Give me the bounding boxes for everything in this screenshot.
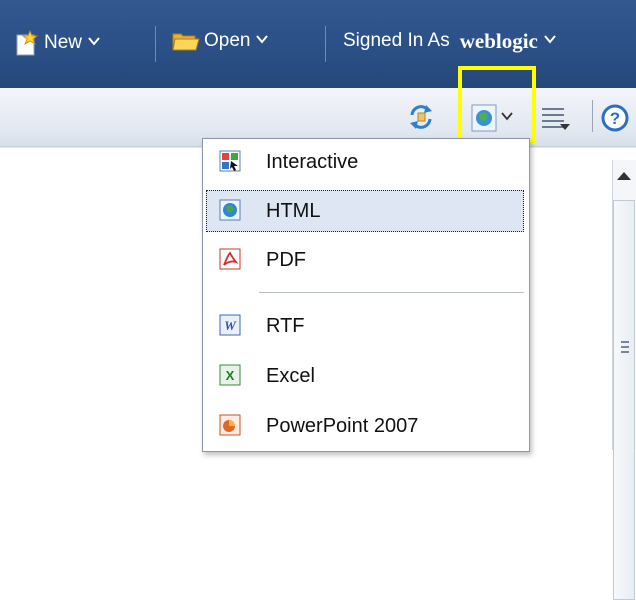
new-document-icon (14, 29, 40, 56)
menu-item-label: RTF (266, 315, 305, 337)
chevron-down-icon (88, 35, 100, 47)
powerpoint-icon (219, 414, 241, 436)
user-menu-button[interactable]: Signed In As weblogic (343, 30, 556, 52)
grip-icon (621, 341, 629, 355)
svg-text:X: X (226, 368, 235, 383)
menu-item-rtf[interactable]: W RTF (206, 305, 524, 347)
scroll-up-arrow-icon[interactable] (617, 172, 631, 180)
html-icon (219, 199, 241, 221)
folder-icon (172, 30, 200, 52)
open-menu-button[interactable]: Open (172, 30, 269, 52)
chevron-down-icon (256, 33, 269, 45)
refresh-icon[interactable] (406, 102, 436, 137)
scrollbar-thumb[interactable] (613, 200, 635, 600)
svg-text:?: ? (610, 109, 620, 128)
excel-icon: X (219, 364, 241, 386)
signed-in-label: Signed In As (343, 30, 450, 51)
menu-item-pdf[interactable]: PDF (206, 239, 524, 281)
new-menu-label: New (44, 32, 83, 53)
vertical-scrollbar[interactable] (612, 160, 636, 600)
chevron-down-icon (544, 33, 556, 45)
interactive-icon (219, 150, 241, 172)
menu-item-label: HTML (266, 200, 321, 222)
menu-item-label: PDF (266, 249, 306, 271)
menu-item-interactive[interactable]: Interactive (206, 141, 524, 183)
svg-text:W: W (224, 318, 237, 333)
help-icon[interactable]: ? (600, 103, 630, 138)
menu-divider (259, 292, 524, 293)
open-menu-label: Open (204, 30, 251, 51)
toolbar-divider (592, 100, 593, 132)
rtf-icon: W (219, 314, 241, 336)
menu-item-powerpoint[interactable]: PowerPoint 2007 (206, 405, 524, 447)
menu-item-label: Interactive (266, 151, 359, 173)
top-navigation-bar: New Open Signed In As weblogic (0, 0, 636, 88)
export-menu: Interactive HTML PDF W RTF X Excel Power… (202, 138, 530, 452)
menu-item-label: Excel (266, 365, 315, 387)
toolbar-divider (325, 26, 326, 62)
menu-item-excel[interactable]: X Excel (206, 355, 524, 397)
export-menu-button[interactable] (470, 102, 522, 139)
toolbar-divider (155, 26, 156, 62)
options-icon[interactable] (540, 104, 574, 137)
new-menu-button[interactable]: New (14, 29, 100, 56)
pdf-icon (219, 248, 241, 270)
username: weblogic (459, 29, 538, 53)
menu-item-label: PowerPoint 2007 (266, 415, 419, 437)
menu-item-html[interactable]: HTML (206, 190, 524, 232)
